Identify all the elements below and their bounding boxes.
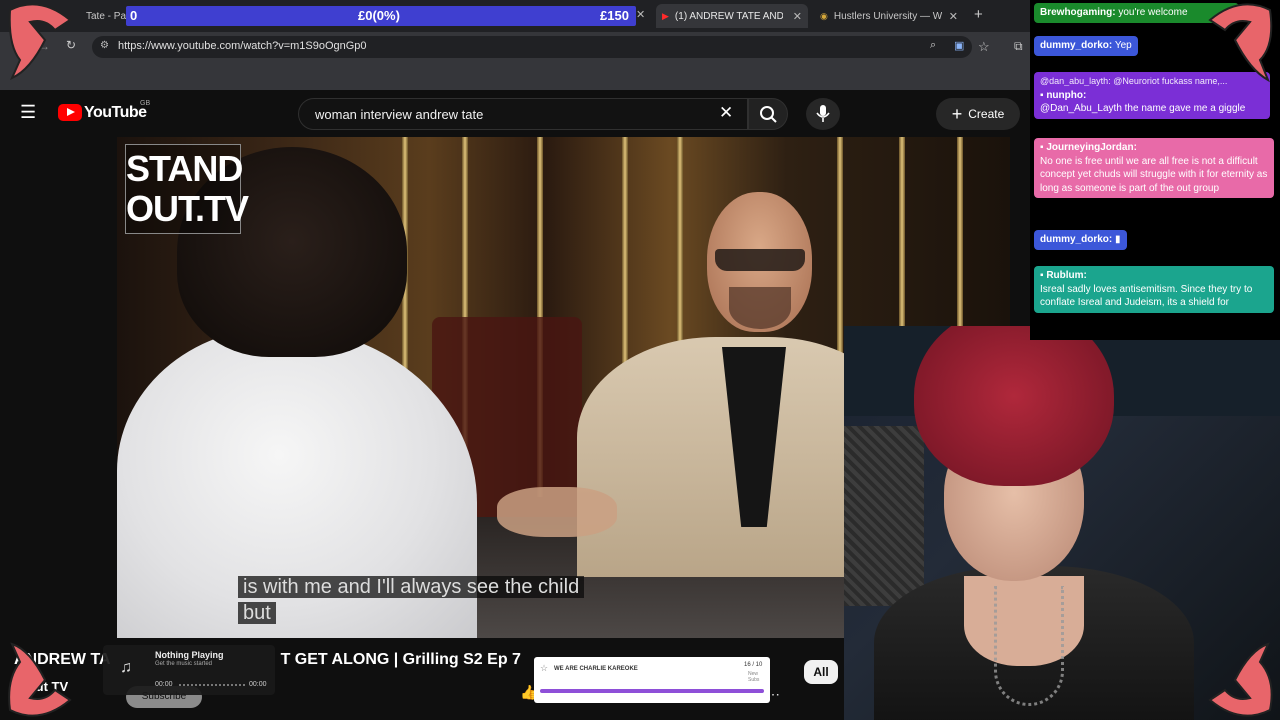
plus-icon: + [951,104,963,124]
donation-percent: £0(0%) [358,8,400,23]
bookmark-star-icon[interactable]: ☆ [978,39,990,55]
create-label: Create [968,107,1005,121]
donation-goal-bar: 0 £0(0%) £150 [126,6,636,26]
youtube-logo-text[interactable]: YouTube [84,104,147,122]
close-tab-icon[interactable]: ✕ [949,10,958,23]
voice-search-button[interactable] [806,98,840,130]
chat-message: dummy_dorko: ▮ [1034,230,1127,250]
microphone-icon [816,105,830,122]
tab-label: Tate - Par [86,10,130,22]
donation-current: 0 [130,8,138,23]
music-title: Nothing Playing [155,650,224,660]
claw-overlay-icon [1208,3,1273,83]
tab-hustlers-university[interactable]: ◉ Hustlers University — Wh ✕ [814,4,964,28]
donation-target: £150 [600,8,629,23]
necklace [994,586,1064,706]
zoom-icon[interactable]: ⌕ [930,39,936,52]
url-text: https://www.youtube.com/watch?v=m1S9oOgn… [118,40,367,52]
close-tab-icon[interactable]: ✕ [793,10,802,23]
extensions-icon[interactable]: ⧉ [1014,39,1023,54]
address-bar[interactable]: ⚙ https://www.youtube.com/watch?v=m1S9oO… [92,36,972,58]
subtitle-line: is with me and I'll always see the child [238,576,585,598]
site-info-icon[interactable]: ⚙ [100,40,109,51]
left-margin [0,137,117,638]
close-tab-icon[interactable]: ✕ [636,8,645,21]
standout-tv-watermark: STAND OUT.TV [125,144,249,234]
sub-goal-progress-bar [540,689,764,693]
claw-overlay-icon [8,3,72,80]
cast-icon[interactable]: ▣ [954,39,964,52]
music-time-end: 00:00 [249,681,267,688]
chat-message: ▪ Rublum: Isreal sadly loves antisemitis… [1034,266,1274,313]
region-code: GB [140,100,151,107]
subtitle-line: but [238,602,276,624]
music-time-start: 00:00 [155,681,173,688]
sub-goal-count: 16 / 10 [744,662,763,668]
youtube-logo-icon[interactable] [58,104,82,121]
tab-andrew-tate[interactable]: ▶ (1) ANDREW TATE AND C ✕ [656,4,808,28]
music-widget: ♫ Nothing Playing Get the music started … [103,645,275,695]
sub-goal-type: New Subs [748,671,760,683]
create-button[interactable]: + Create [936,98,1020,130]
tab-label: (1) ANDREW TATE AND C [674,10,783,22]
clear-search-icon[interactable]: ✕ [719,103,733,123]
sub-goal-widget: ☆ WE ARE CHARLIE KAREOKE 16 / 10 New Sub… [534,657,770,703]
music-progress-track [179,684,245,686]
streamer-hair [914,326,1114,486]
chair [844,426,924,606]
search-query-text: woman interview andrew tate [315,107,484,122]
search-button[interactable] [748,98,788,130]
sub-goal-label: WE ARE CHARLIE KAREOKE [554,666,638,672]
search-input[interactable]: woman interview andrew tate ✕ [298,98,748,130]
menu-hamburger-icon[interactable]: ☰ [20,102,36,123]
bookmarks-bar [0,62,1030,90]
chip-all[interactable]: All [804,660,838,684]
claw-overlay-icon [8,642,72,717]
browser-address-row: → ↻ ⚙ https://www.youtube.com/watch?v=m1… [0,32,1030,62]
video-subtitles: is with me and I'll always see the child… [238,574,624,626]
music-note-icon: ♫ [120,659,132,676]
music-subtitle: Get the music started [155,661,213,667]
search-icon [760,106,777,123]
youtube-header: ☰ YouTube GB woman interview andrew tate… [0,90,1030,136]
emote-icon: ▮ [1115,234,1121,245]
youtube-favicon-icon: ▶ [662,10,669,21]
browser-tab-bar: ⌄ Tate - Par 0 £0(0%) £150 ✕ ▶ (1) ANDRE… [0,0,1030,32]
tab-label: Hustlers University — Wh [833,10,942,22]
star-icon: ☆ [540,663,549,673]
chat-message: dummy_dorko: Yep [1034,36,1138,56]
site-favicon-icon: ◉ [820,10,828,21]
chat-message: ▪ JourneyingJordan: No one is free until… [1034,138,1274,198]
new-tab-icon[interactable]: + [974,6,983,23]
claw-overlay-icon [1208,642,1273,717]
